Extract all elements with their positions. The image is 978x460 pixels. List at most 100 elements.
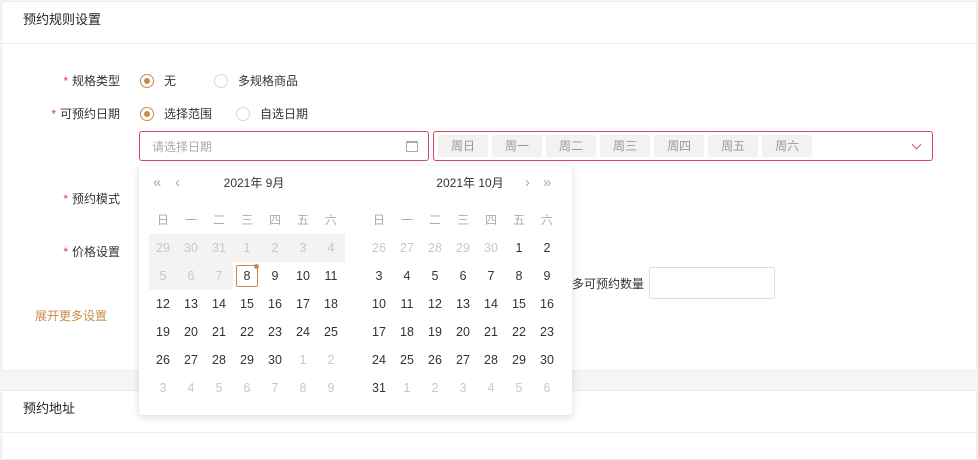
calendar-day[interactable]: 31 (365, 374, 393, 402)
calendar-day[interactable]: 12 (421, 290, 449, 318)
calendar-day[interactable]: 10 (365, 290, 393, 318)
calendar-day[interactable]: 9 (261, 262, 289, 290)
calendar-day[interactable]: 1 (505, 234, 533, 262)
calendar-day[interactable]: 27 (177, 346, 205, 374)
radio-none[interactable]: 无 (140, 72, 176, 89)
calendar-day[interactable]: 21 (205, 318, 233, 346)
calendar-day[interactable]: 4 (477, 374, 505, 402)
calendar-day[interactable]: 28 (205, 346, 233, 374)
calendar-grid: 日一二三四五六 26 27 28 29 30 1 2 3 4 5 6 7 8 9 10 11 12 13 14 15 16… (365, 206, 575, 402)
calendar-day[interactable]: 13 (177, 290, 205, 318)
calendar-day-today[interactable]: 8 (233, 262, 261, 290)
calendar-day[interactable]: 30 (261, 346, 289, 374)
calendar-day[interactable]: 15 (233, 290, 261, 318)
calendar-day[interactable]: 8 (289, 374, 317, 402)
calendar-day[interactable]: 29 (505, 346, 533, 374)
weekday-chip[interactable]: 周三 (600, 135, 651, 157)
calendar-day[interactable]: 21 (477, 318, 505, 346)
calendar-day[interactable]: 4 (393, 262, 421, 290)
calendar-day[interactable]: 23 (533, 318, 561, 346)
expand-more-link[interactable]: 展开更多设置 (35, 307, 107, 324)
chevron-down-icon[interactable] (911, 139, 922, 150)
weekday-chip[interactable]: 周一 (492, 135, 543, 157)
calendar-day[interactable]: 29 (449, 234, 477, 262)
weekday-header: 四 (484, 213, 497, 227)
calendar-day[interactable]: 13 (449, 290, 477, 318)
calendar-day[interactable]: 24 (365, 346, 393, 374)
max-qty-input[interactable] (649, 267, 775, 299)
next-year-icon[interactable]: » (543, 166, 551, 200)
calendar-day[interactable]: 30 (477, 234, 505, 262)
weekday-chip[interactable]: 周日 (438, 135, 489, 157)
weekday-header: 四 (268, 213, 281, 227)
calendar-day[interactable]: 25 (317, 318, 345, 346)
calendar-day[interactable]: 15 (505, 290, 533, 318)
calendar-day[interactable]: 19 (421, 318, 449, 346)
calendar-day[interactable]: 17 (365, 318, 393, 346)
calendar-day[interactable]: 4 (177, 374, 205, 402)
calendar-day[interactable]: 10 (289, 262, 317, 290)
calendar-day[interactable]: 3 (365, 262, 393, 290)
prev-month-icon[interactable]: ‹ (175, 166, 180, 200)
calendar-day[interactable]: 2 (533, 234, 561, 262)
date-range-input[interactable]: 请选择日期 (139, 131, 429, 161)
calendar-day[interactable]: 20 (177, 318, 205, 346)
calendar-day[interactable]: 26 (365, 234, 393, 262)
calendar-day[interactable]: 18 (393, 318, 421, 346)
calendar-day[interactable]: 24 (289, 318, 317, 346)
calendar-day[interactable]: 9 (533, 262, 561, 290)
weekday-header: 六 (324, 213, 337, 227)
calendar-day[interactable]: 18 (317, 290, 345, 318)
calendar-day[interactable]: 7 (261, 374, 289, 402)
calendar-day[interactable]: 5 (505, 374, 533, 402)
calendar-day[interactable]: 16 (533, 290, 561, 318)
calendar-day[interactable]: 30 (533, 346, 561, 374)
calendar-day[interactable]: 6 (449, 262, 477, 290)
calendar-day[interactable]: 3 (149, 374, 177, 402)
calendar-day[interactable]: 28 (421, 234, 449, 262)
calendar-day[interactable]: 8 (505, 262, 533, 290)
calendar-day[interactable]: 2 (317, 346, 345, 374)
calendar-day[interactable]: 22 (505, 318, 533, 346)
radio-multi-spec[interactable]: 多规格商品 (214, 72, 298, 89)
weekday-select[interactable]: 周日 周一 周二 周三 周四 周五 周六 (433, 131, 933, 161)
calendar-day[interactable]: 23 (261, 318, 289, 346)
calendar-day[interactable]: 27 (449, 346, 477, 374)
calendar-day[interactable]: 14 (205, 290, 233, 318)
calendar-day[interactable]: 5 (205, 374, 233, 402)
calendar-day[interactable]: 28 (477, 346, 505, 374)
calendar-day[interactable]: 2 (421, 374, 449, 402)
calendar-day[interactable]: 1 (289, 346, 317, 374)
calendar-day[interactable]: 3 (449, 374, 477, 402)
calendar-day[interactable]: 26 (421, 346, 449, 374)
calendar-day[interactable]: 29 (233, 346, 261, 374)
calendar-day[interactable]: 27 (393, 234, 421, 262)
section-title: 预约规则设置 (2, 2, 976, 44)
calendar-day[interactable]: 17 (289, 290, 317, 318)
calendar-day[interactable]: 19 (149, 318, 177, 346)
calendar-header: « ‹ 2021年 9月 (149, 166, 359, 200)
weekday-chip[interactable]: 周六 (762, 135, 813, 157)
calendar-day[interactable]: 16 (261, 290, 289, 318)
calendar-day[interactable]: 6 (233, 374, 261, 402)
weekday-chip[interactable]: 周四 (654, 135, 705, 157)
prev-year-icon[interactable]: « (153, 166, 161, 200)
radio-range[interactable]: 选择范围 (140, 105, 212, 122)
calendar-day[interactable]: 1 (393, 374, 421, 402)
calendar-day[interactable]: 6 (533, 374, 561, 402)
next-month-icon[interactable]: › (525, 166, 530, 200)
weekday-chip[interactable]: 周二 (546, 135, 597, 157)
calendar-day[interactable]: 12 (149, 290, 177, 318)
calendar-day[interactable]: 25 (393, 346, 421, 374)
calendar-day[interactable]: 9 (317, 374, 345, 402)
radio-custom-date[interactable]: 自选日期 (236, 105, 308, 122)
calendar-day[interactable]: 11 (317, 262, 345, 290)
calendar-day[interactable]: 20 (449, 318, 477, 346)
calendar-day[interactable]: 26 (149, 346, 177, 374)
calendar-day[interactable]: 14 (477, 290, 505, 318)
calendar-day[interactable]: 5 (421, 262, 449, 290)
calendar-day[interactable]: 7 (477, 262, 505, 290)
calendar-day[interactable]: 11 (393, 290, 421, 318)
weekday-chip[interactable]: 周五 (708, 135, 759, 157)
calendar-day[interactable]: 22 (233, 318, 261, 346)
